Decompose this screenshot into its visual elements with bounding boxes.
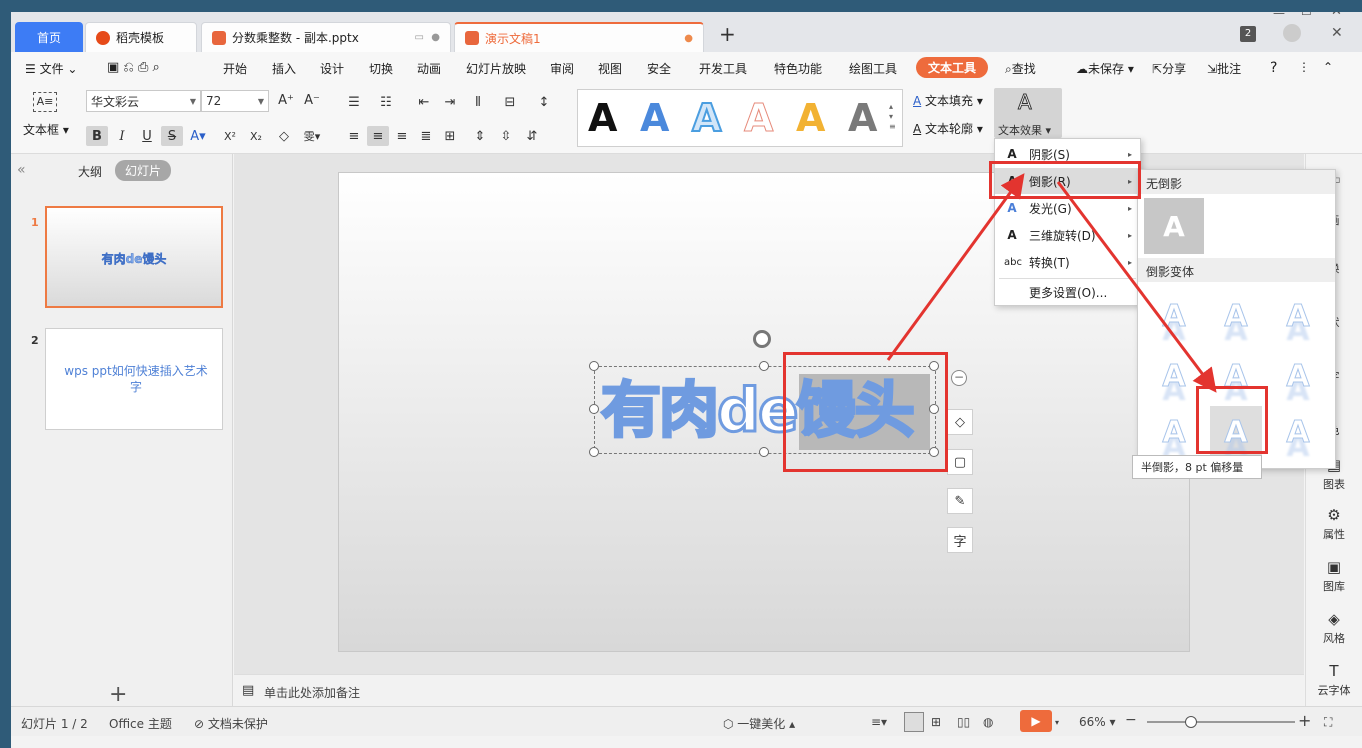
annotation-arrow-to-option xyxy=(1056,181,1217,393)
annotation-arrows xyxy=(886,173,1217,393)
annotation-arrow-to-menu xyxy=(886,173,1025,361)
app-window: 首页 稻壳模板 分数乘整数 - 副本.pptx▭● 演示文稿1● + 2 — ☐… xyxy=(11,12,1362,748)
